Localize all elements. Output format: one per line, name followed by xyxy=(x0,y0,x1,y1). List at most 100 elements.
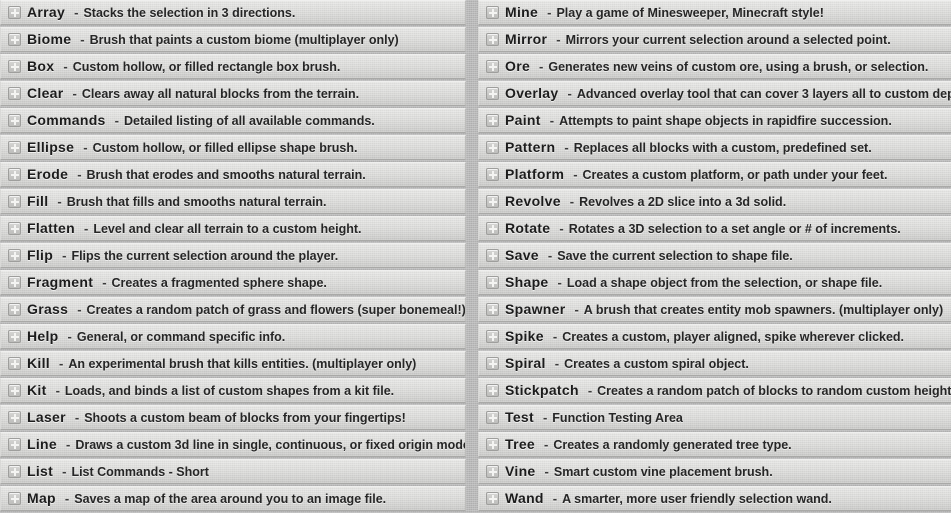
command-description: Generates new veins of custom ore, using… xyxy=(548,60,929,75)
command-name: Ellipse xyxy=(27,139,75,156)
expand-plus-icon[interactable] xyxy=(8,411,21,424)
expand-plus-icon[interactable] xyxy=(486,222,499,235)
command-row[interactable]: Ore - Generates new veins of custom ore, u… xyxy=(478,54,951,79)
expand-plus-icon[interactable] xyxy=(8,384,21,397)
command-row[interactable]: Laser - Shoots a custom beam of blocks fro… xyxy=(0,405,466,430)
command-row[interactable]: Grass - Creates a random patch of grass an… xyxy=(0,297,466,322)
command-row[interactable]: Tree - Creates a randomly generated tree t… xyxy=(478,432,951,457)
command-row[interactable]: Kit - Loads, and binds a list of custom sh… xyxy=(0,378,466,403)
command-row[interactable]: Kill - An experimental brush that kills en… xyxy=(0,351,466,376)
command-row[interactable]: Vine - Smart custom vine placement brush. xyxy=(478,459,951,484)
command-row[interactable]: Flatten - Level and clear all terrain to a… xyxy=(0,216,466,241)
expand-plus-icon[interactable] xyxy=(486,303,499,316)
expand-plus-icon[interactable] xyxy=(8,249,21,262)
command-name: Fragment xyxy=(27,274,94,291)
command-row[interactable]: Save - Save the current selection to shape… xyxy=(478,243,951,268)
command-name: Kit xyxy=(27,382,47,399)
expand-plus-icon[interactable] xyxy=(486,465,499,478)
command-row-content: Mine - Play a game of Minesweeper, Minecra… xyxy=(486,5,824,20)
command-row[interactable]: Paint - Attempts to paint shape objects in… xyxy=(478,108,951,133)
command-row[interactable]: Fill - Brush that fills and smooths natura… xyxy=(0,189,466,214)
command-row[interactable]: Ellipse - Custom hollow, or filled ellipse… xyxy=(0,135,466,160)
expand-plus-icon[interactable] xyxy=(8,330,21,343)
command-row[interactable]: Spiral - Creates a custom spiral object. xyxy=(478,351,951,376)
expand-plus-icon[interactable] xyxy=(8,357,21,370)
expand-plus-icon[interactable] xyxy=(486,114,499,127)
expand-plus-icon[interactable] xyxy=(486,411,499,424)
command-separator: - xyxy=(542,410,548,426)
command-row[interactable]: Test - Function Testing Area xyxy=(478,405,951,430)
command-column-left: Array - Stacks the selection in 3 directio… xyxy=(0,0,466,513)
expand-plus-icon[interactable] xyxy=(486,492,499,505)
command-row[interactable]: Platform - Creates a custom platform, or p… xyxy=(478,162,951,187)
expand-plus-icon[interactable] xyxy=(8,114,21,127)
expand-plus-icon[interactable] xyxy=(8,222,21,235)
command-row-content: Spike - Creates a custom, player aligned, … xyxy=(486,329,904,344)
command-row[interactable]: Mirror - Mirrors your current selection ar… xyxy=(478,27,951,52)
command-row-content: Mirror - Mirrors your current selection ar… xyxy=(486,32,891,47)
command-separator: - xyxy=(556,32,561,48)
command-row[interactable]: Stickpatch - Creates a random patch of blo… xyxy=(478,378,951,403)
command-row[interactable]: Box - Custom hollow, or filled rectangle b… xyxy=(0,54,466,79)
command-row[interactable]: Spawner - A brush that creates entity mob … xyxy=(478,297,951,322)
expand-plus-icon[interactable] xyxy=(8,33,21,46)
command-name: Spawner xyxy=(505,301,566,318)
expand-plus-icon[interactable] xyxy=(486,438,499,451)
command-row-content: Kit - Loads, and binds a list of custom sh… xyxy=(8,383,394,398)
command-row[interactable]: Erode - Brush that erodes and smooths natu… xyxy=(0,162,466,187)
expand-plus-icon[interactable] xyxy=(486,384,499,397)
expand-plus-icon[interactable] xyxy=(8,141,21,154)
command-row[interactable]: Flip - Flips the current selection around … xyxy=(0,243,466,268)
command-row[interactable]: Spike - Creates a custom, player aligned, … xyxy=(478,324,951,349)
command-row[interactable]: Help - General, or command specific info. xyxy=(0,324,466,349)
expand-plus-icon[interactable] xyxy=(486,168,499,181)
expand-plus-icon[interactable] xyxy=(8,60,21,73)
expand-plus-icon[interactable] xyxy=(8,168,21,181)
expand-plus-icon[interactable] xyxy=(8,195,21,208)
expand-plus-icon[interactable] xyxy=(8,276,21,289)
expand-plus-icon[interactable] xyxy=(486,276,499,289)
expand-plus-icon[interactable] xyxy=(8,87,21,100)
command-row[interactable]: Clear - Clears away all natural blocks fro… xyxy=(0,81,466,106)
command-row[interactable]: Rotate - Rotates a 3D selection to a set a… xyxy=(478,216,951,241)
expand-plus-icon[interactable] xyxy=(486,87,499,100)
command-row[interactable]: Map - Saves a map of the area around you t… xyxy=(0,486,466,511)
command-description: Creates a randomly generated tree type. xyxy=(553,438,792,453)
command-row[interactable]: Biome - Brush that paints a custom biome (… xyxy=(0,27,466,52)
command-row[interactable]: Pattern - Replaces all blocks with a custo… xyxy=(478,135,951,160)
command-row[interactable]: Shape - Load a shape object from the selec… xyxy=(478,270,951,295)
expand-plus-icon[interactable] xyxy=(8,438,21,451)
expand-plus-icon[interactable] xyxy=(8,492,21,505)
expand-plus-icon[interactable] xyxy=(486,60,499,73)
command-row[interactable]: Array - Stacks the selection in 3 directio… xyxy=(0,0,466,25)
expand-plus-icon[interactable] xyxy=(486,6,499,19)
command-row[interactable]: Mine - Play a game of Minesweeper, Minecra… xyxy=(478,0,951,25)
expand-plus-icon[interactable] xyxy=(8,465,21,478)
command-row[interactable]: Fragment - Creates a fragmented sphere sha… xyxy=(0,270,466,295)
expand-plus-icon[interactable] xyxy=(486,249,499,262)
expand-plus-icon[interactable] xyxy=(486,141,499,154)
command-name: Commands xyxy=(27,112,106,129)
command-separator: - xyxy=(544,464,549,480)
command-separator: - xyxy=(557,275,562,291)
command-separator: - xyxy=(547,248,553,264)
expand-plus-icon[interactable] xyxy=(8,6,21,19)
command-row[interactable]: Wand - A smarter, more user friendly selec… xyxy=(478,486,951,511)
command-name: Overlay xyxy=(505,85,559,102)
expand-plus-icon[interactable] xyxy=(8,303,21,316)
command-row[interactable]: Line - Draws a custom 3d line in single, c… xyxy=(0,432,466,457)
expand-plus-icon[interactable] xyxy=(486,33,499,46)
command-row[interactable]: Revolve - Revolves a 2D slice into a 3d so… xyxy=(478,189,951,214)
command-separator: - xyxy=(569,194,575,210)
command-separator: - xyxy=(57,194,62,210)
command-name: Grass xyxy=(27,301,69,318)
expand-plus-icon[interactable] xyxy=(486,357,499,370)
command-separator: - xyxy=(74,5,79,21)
command-row[interactable]: Overlay - Advanced overlay tool that can c… xyxy=(478,81,951,106)
command-row[interactable]: Commands - Detailed listing of all availab… xyxy=(0,108,466,133)
command-separator: - xyxy=(55,383,60,399)
expand-plus-icon[interactable] xyxy=(486,330,499,343)
command-description: Advanced overlay tool that can cover 3 l… xyxy=(576,87,951,102)
expand-plus-icon[interactable] xyxy=(486,195,499,208)
command-row[interactable]: List - List Commands - Short xyxy=(0,459,466,484)
